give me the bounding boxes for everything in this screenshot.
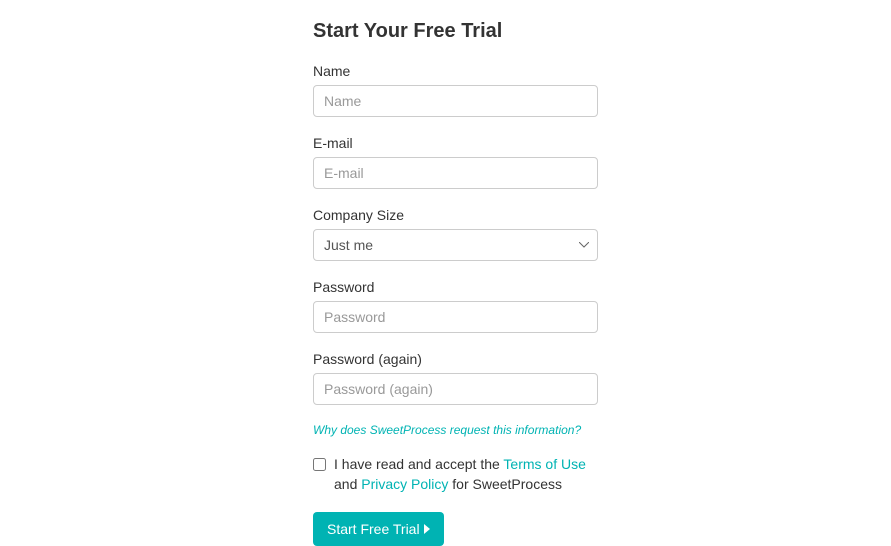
page-title: Start Your Free Trial	[313, 20, 598, 43]
password-again-input[interactable]	[313, 373, 598, 405]
password-label: Password	[313, 279, 598, 295]
email-label: E-mail	[313, 135, 598, 151]
password-input[interactable]	[313, 301, 598, 333]
terms-of-use-link[interactable]: Terms of Use	[503, 456, 585, 472]
signup-form: Start Your Free Trial Name E-mail Compan…	[313, 0, 598, 546]
terms-row: I have read and accept the Terms of Use …	[313, 455, 598, 494]
email-group: E-mail	[313, 135, 598, 189]
password-again-group: Password (again)	[313, 351, 598, 405]
name-input[interactable]	[313, 85, 598, 117]
caret-right-icon	[424, 524, 430, 534]
privacy-policy-link[interactable]: Privacy Policy	[361, 476, 448, 492]
name-group: Name	[313, 63, 598, 117]
password-again-label: Password (again)	[313, 351, 598, 367]
info-link[interactable]: Why does SweetProcess request this infor…	[313, 423, 598, 437]
terms-suffix: for SweetProcess	[448, 476, 562, 492]
email-input[interactable]	[313, 157, 598, 189]
terms-and: and	[334, 476, 361, 492]
name-label: Name	[313, 63, 598, 79]
company-size-label: Company Size	[313, 207, 598, 223]
password-group: Password	[313, 279, 598, 333]
start-free-trial-button[interactable]: Start Free Trial	[313, 512, 444, 546]
terms-checkbox[interactable]	[313, 458, 326, 471]
company-size-select[interactable]: Just me	[313, 229, 598, 261]
terms-prefix: I have read and accept the	[334, 456, 503, 472]
submit-button-label: Start Free Trial	[327, 521, 420, 537]
company-size-group: Company Size Just me	[313, 207, 598, 261]
terms-text: I have read and accept the Terms of Use …	[334, 455, 598, 494]
